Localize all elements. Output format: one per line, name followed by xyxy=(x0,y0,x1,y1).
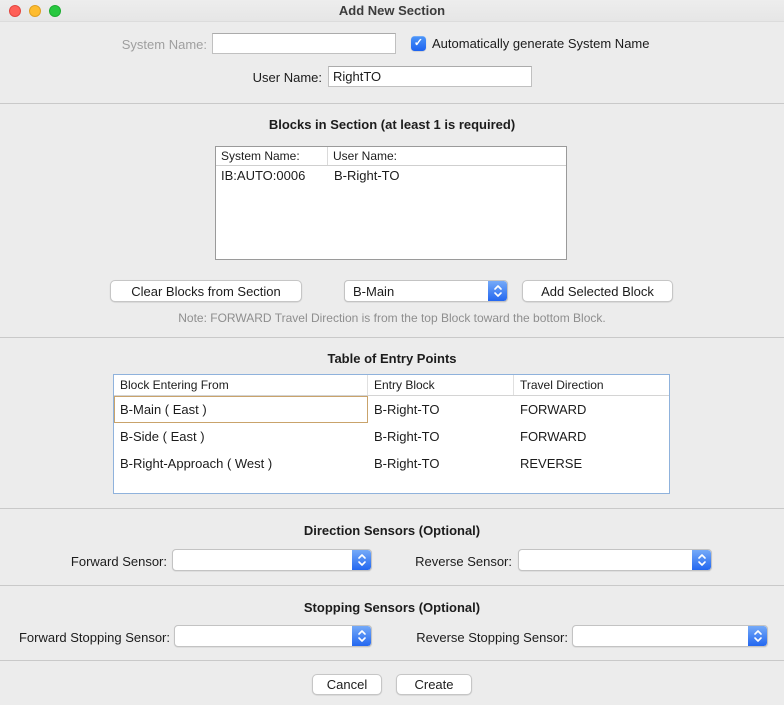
entry-cell-entry-block[interactable]: B-Right-TO xyxy=(368,423,514,450)
entry-cell-block-entering-from[interactable]: B-Main ( East ) xyxy=(114,396,368,423)
reverse-sensor-select[interactable] xyxy=(518,549,712,571)
cancel-button[interactable]: Cancel xyxy=(312,674,382,695)
titlebar[interactable]: Add New Section xyxy=(0,0,784,22)
stopping-sensors-heading: Stopping Sensors (Optional) xyxy=(0,600,784,615)
reverse-stopping-sensor-label: Reverse Stopping Sensor: xyxy=(402,629,568,647)
auto-generate-checkbox[interactable]: ✓ xyxy=(411,36,426,51)
travel-direction-note: Note: FORWARD Travel Direction is from t… xyxy=(0,311,784,325)
entry-points-heading: Table of Entry Points xyxy=(0,351,784,366)
forward-sensor-label: Forward Sensor: xyxy=(20,553,167,571)
separator xyxy=(0,585,784,586)
block-select[interactable]: B-Main xyxy=(344,280,508,302)
separator xyxy=(0,103,784,104)
blocks-col-system-name[interactable]: System Name: xyxy=(216,147,328,165)
block-user-name-cell[interactable]: B-Right-TO xyxy=(329,166,400,186)
forward-stopping-sensor-select[interactable] xyxy=(174,625,372,647)
system-name-input[interactable] xyxy=(212,33,396,54)
entry-cell-travel-direction[interactable]: REVERSE xyxy=(514,450,669,477)
dropdown-arrows-icon xyxy=(748,626,767,646)
entry-cell-block-entering-from[interactable]: B-Side ( East ) xyxy=(114,423,368,450)
blocks-col-user-name[interactable]: User Name: xyxy=(328,147,566,165)
user-name-input[interactable] xyxy=(328,66,532,87)
separator xyxy=(0,660,784,661)
table-row[interactable]: B-Right-Approach ( West ) B-Right-TO REV… xyxy=(114,450,669,477)
block-system-name-cell[interactable]: IB:AUTO:0006 xyxy=(216,166,329,186)
entry-cell-entry-block[interactable]: B-Right-TO xyxy=(368,396,514,423)
reverse-stopping-sensor-select[interactable] xyxy=(572,625,768,647)
entry-cell-travel-direction[interactable]: FORWARD xyxy=(514,423,669,450)
entry-cell-block-entering-from[interactable]: B-Right-Approach ( West ) xyxy=(114,450,368,477)
blocks-section-heading: Blocks in Section (at least 1 is require… xyxy=(0,117,784,132)
table-row[interactable]: B-Side ( East ) B-Right-TO FORWARD xyxy=(114,423,669,450)
forward-stopping-sensor-label: Forward Stopping Sensor: xyxy=(8,629,170,647)
system-name-label: System Name: xyxy=(90,36,207,54)
auto-generate-label: Automatically generate System Name xyxy=(432,35,649,53)
entry-col-entry-block[interactable]: Entry Block xyxy=(368,375,514,395)
separator xyxy=(0,337,784,338)
entry-cell-entry-block[interactable]: B-Right-TO xyxy=(368,450,514,477)
entry-col-block-entering-from[interactable]: Block Entering From xyxy=(114,375,368,395)
entry-points-table[interactable]: Block Entering From Entry Block Travel D… xyxy=(113,374,670,494)
entry-cell-travel-direction[interactable]: FORWARD xyxy=(514,396,669,423)
add-selected-block-button[interactable]: Add Selected Block xyxy=(522,280,673,302)
block-select-value: B-Main xyxy=(345,284,488,299)
entry-col-travel-direction[interactable]: Travel Direction xyxy=(514,375,669,395)
add-new-section-dialog: Add New Section System Name: ✓ Automatic… xyxy=(0,0,784,705)
separator xyxy=(0,508,784,509)
clear-blocks-button[interactable]: Clear Blocks from Section xyxy=(110,280,302,302)
dropdown-arrows-icon xyxy=(352,626,371,646)
checkmark-icon: ✓ xyxy=(414,36,423,51)
table-row[interactable]: IB:AUTO:0006 B-Right-TO xyxy=(216,166,566,186)
table-row[interactable]: B-Main ( East ) B-Right-TO FORWARD xyxy=(114,396,669,423)
dropdown-arrows-icon xyxy=(488,281,507,301)
direction-sensors-heading: Direction Sensors (Optional) xyxy=(0,523,784,538)
create-button[interactable]: Create xyxy=(396,674,472,695)
user-name-label: User Name: xyxy=(205,69,322,87)
dropdown-arrows-icon xyxy=(692,550,711,570)
blocks-table[interactable]: System Name: User Name: IB:AUTO:0006 B-R… xyxy=(215,146,567,260)
window-title: Add New Section xyxy=(0,0,784,22)
reverse-sensor-label: Reverse Sensor: xyxy=(365,553,512,571)
blocks-table-header: System Name: User Name: xyxy=(216,147,566,166)
forward-sensor-select[interactable] xyxy=(172,549,372,571)
entry-table-header: Block Entering From Entry Block Travel D… xyxy=(114,375,669,396)
